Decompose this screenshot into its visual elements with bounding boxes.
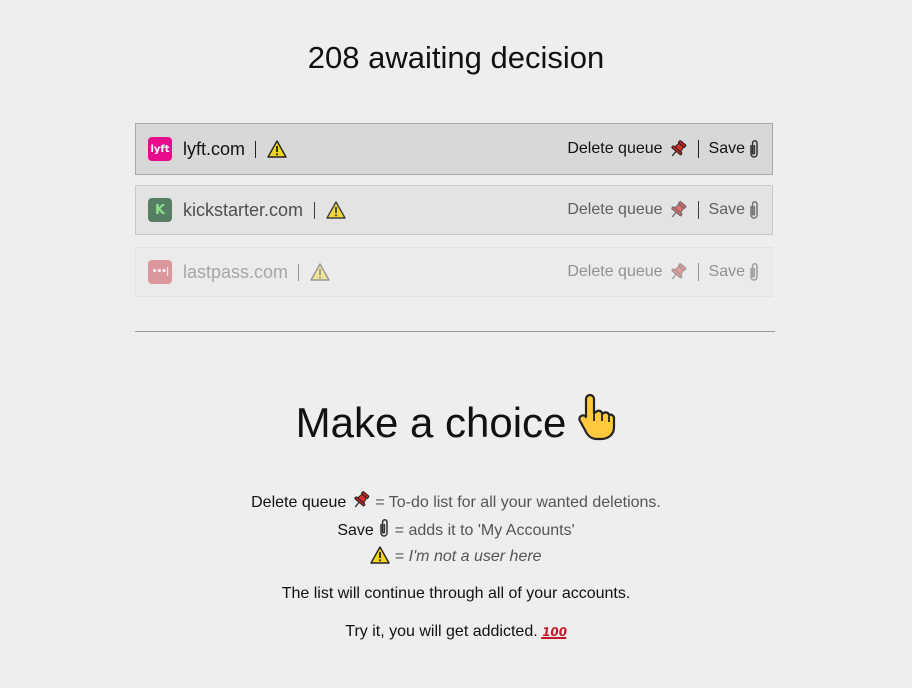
page-title: 208 awaiting decision bbox=[307, 40, 605, 75]
pushpin-icon bbox=[670, 201, 686, 218]
continue-text: The list will continue through all of yo… bbox=[281, 585, 631, 602]
separator bbox=[697, 263, 699, 281]
warning-icon bbox=[370, 546, 391, 564]
pushpin-icon bbox=[670, 140, 686, 157]
row-actions: Delete queue Save bbox=[567, 262, 760, 282]
instructions-title: Make a choice bbox=[0, 393, 912, 447]
legend-save: Save = adds it to 'My Accounts' bbox=[0, 518, 912, 540]
pointing-up-hand-icon bbox=[578, 393, 616, 441]
account-domain: lastpass.com bbox=[183, 261, 289, 282]
warning-icon[interactable] bbox=[310, 263, 330, 281]
paperclip-icon bbox=[750, 201, 758, 219]
legend-not-user: = I'm not a user here bbox=[0, 546, 912, 566]
separator bbox=[255, 140, 256, 158]
save-button[interactable]: Save bbox=[709, 262, 760, 282]
delete-queue-button[interactable]: Delete queue bbox=[567, 262, 687, 282]
separator bbox=[697, 201, 699, 219]
pushpin-icon bbox=[670, 263, 686, 280]
lyft-logo-icon: lyft bbox=[148, 137, 172, 161]
save-button[interactable]: Save bbox=[709, 200, 760, 220]
separator bbox=[697, 140, 699, 158]
legend-delete-queue: Delete queue = To-do list for all your w… bbox=[0, 490, 912, 512]
row-actions: Delete queue Save bbox=[567, 139, 760, 159]
paperclip-icon bbox=[380, 519, 388, 537]
row-actions: Delete queue Save bbox=[567, 200, 760, 220]
account-row-lastpass: •••| lastpass.com Delete queue Save bbox=[135, 247, 773, 297]
addicted-text: Try it, you will get addicted. 100 bbox=[345, 623, 568, 640]
separator bbox=[314, 201, 315, 219]
account-domain: kickstarter.com bbox=[183, 199, 304, 220]
account-domain: lyft.com bbox=[183, 138, 246, 159]
paperclip-icon bbox=[750, 263, 758, 281]
pushpin-icon bbox=[354, 491, 370, 508]
section-divider bbox=[135, 331, 775, 332]
account-row-kickstarter: K kickstarter.com Delete queue Save bbox=[135, 185, 773, 235]
account-row-lyft: lyft lyft.com Delete queue Save bbox=[135, 123, 773, 175]
lastpass-logo-icon: •••| bbox=[148, 260, 172, 284]
delete-queue-button[interactable]: Delete queue bbox=[567, 139, 687, 159]
warning-icon[interactable] bbox=[267, 140, 287, 158]
separator bbox=[298, 263, 299, 281]
warning-icon[interactable] bbox=[326, 201, 346, 219]
hundred-points-icon: 100 bbox=[540, 625, 568, 639]
paperclip-icon bbox=[750, 140, 758, 158]
delete-queue-button[interactable]: Delete queue bbox=[567, 200, 687, 220]
kickstarter-logo-icon: K bbox=[148, 198, 172, 222]
save-button[interactable]: Save bbox=[709, 139, 760, 159]
